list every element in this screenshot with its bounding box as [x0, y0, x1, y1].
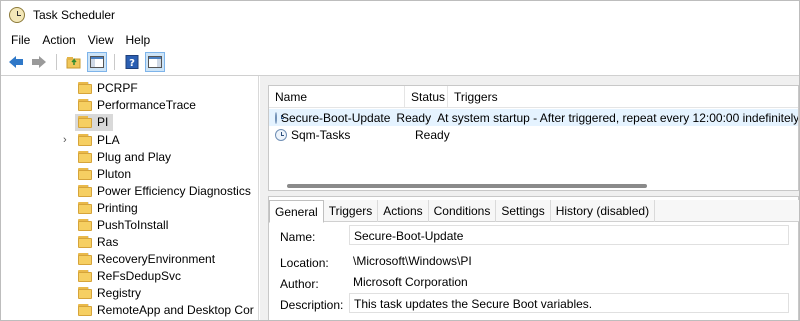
task-description-field[interactable]: This task updates the Secure Boot variab…: [349, 293, 789, 313]
main-content: PCRPF PerformanceTrace PI › PLA Plug and…: [1, 75, 799, 320]
name-label: Name:: [280, 230, 316, 244]
tab-triggers[interactable]: Triggers: [324, 200, 379, 222]
tab-history[interactable]: History (disabled): [551, 200, 656, 222]
folder-icon: [78, 168, 92, 180]
task-pane: Name Status Triggers Secure-Boot-Update …: [266, 76, 799, 320]
tree-item-label: Power Efficiency Diagnostics: [97, 184, 251, 198]
chevron-right-icon[interactable]: ›: [63, 134, 73, 146]
task-clock-icon: [275, 111, 284, 124]
folder-icon: [78, 202, 92, 214]
back-arrow-icon[interactable]: [6, 52, 26, 72]
folder-up-icon[interactable]: [64, 52, 84, 72]
title-bar: Task Scheduler: [1, 1, 799, 28]
menu-view[interactable]: View: [82, 31, 120, 49]
folder-icon: [78, 82, 92, 94]
table-row[interactable]: Secure-Boot-Update Ready At system start…: [269, 109, 799, 126]
tree-item-label: Plug and Play: [97, 150, 172, 164]
folder-icon: [78, 253, 92, 265]
folder-icon: [78, 270, 92, 282]
menu-bar: File Action View Help: [1, 30, 799, 50]
tree-item[interactable]: PCRPF: [1, 80, 258, 97]
horizontal-scrollbar-thumb[interactable]: [287, 184, 647, 188]
column-header-name[interactable]: Name: [269, 86, 405, 108]
tree-item[interactable]: RemoteApp and Desktop Cor: [1, 302, 258, 319]
tree-item-label: Printing: [97, 201, 138, 215]
window-title: Task Scheduler: [33, 7, 116, 22]
tree-item-label: Pluton: [97, 167, 132, 181]
task-status: Ready: [396, 110, 432, 125]
show-hide-console-tree-icon[interactable]: [87, 52, 107, 72]
tree-item-label: PCRPF: [97, 81, 138, 95]
tree-item-label: ReFsDedupSvc: [97, 269, 182, 283]
author-label: Author:: [280, 277, 319, 291]
show-hide-action-pane-icon[interactable]: [145, 52, 165, 72]
task-scheduler-window: Task Scheduler File Action View Help ? P…: [0, 0, 800, 321]
tree-item[interactable]: RecoveryEnvironment: [1, 251, 258, 268]
folder-icon: [78, 116, 92, 128]
toolbar-separator: [56, 54, 57, 70]
tab-settings[interactable]: Settings: [496, 200, 551, 222]
tree-item[interactable]: Plug and Play: [1, 149, 258, 166]
tree-item-label: Ras: [97, 235, 119, 249]
location-label: Location:: [280, 256, 329, 270]
folder-icon: [78, 151, 92, 163]
menu-file[interactable]: File: [5, 31, 36, 49]
tree-item[interactable]: Registry: [1, 285, 258, 302]
menu-help[interactable]: Help: [120, 31, 157, 49]
toolbar: ?: [1, 51, 799, 73]
task-list-header: Name Status Triggers: [269, 86, 798, 108]
folder-icon: [78, 134, 92, 146]
tree-item[interactable]: PushToInstall: [1, 217, 258, 234]
tree-item-label: PLA: [97, 133, 120, 147]
tree-item-label: PerformanceTrace: [97, 98, 196, 112]
tree-item-label: PI: [97, 115, 109, 129]
tree-item[interactable]: Pluton: [1, 166, 258, 183]
task-status: Ready: [415, 127, 450, 142]
tree-item-selected[interactable]: PI: [1, 114, 258, 131]
details-tab-bar: General Triggers Actions Conditions Sett…: [269, 200, 799, 223]
tree-item[interactable]: ReFsDedupSvc: [1, 268, 258, 285]
task-details-panel: General Triggers Actions Conditions Sett…: [268, 196, 799, 320]
tree-item-label: Registry: [97, 286, 142, 300]
task-clock-icon: [275, 128, 287, 141]
help-icon[interactable]: ?: [122, 52, 142, 72]
toolbar-separator: [114, 54, 115, 70]
column-header-status[interactable]: Status: [405, 86, 448, 108]
task-list[interactable]: Name Status Triggers Secure-Boot-Update …: [268, 85, 799, 191]
folder-icon: [78, 236, 92, 248]
tree-item[interactable]: PerformanceTrace: [1, 97, 258, 114]
task-name: Sqm-Tasks: [291, 127, 351, 142]
tab-conditions[interactable]: Conditions: [429, 200, 497, 222]
folder-icon: [78, 287, 92, 299]
description-label: Description:: [280, 298, 344, 312]
table-row[interactable]: Sqm-Tasks Ready: [269, 126, 798, 143]
folder-icon: [78, 99, 92, 111]
folder-icon: [78, 304, 92, 316]
tree-item-label: RemoteApp and Desktop Cor: [97, 303, 254, 317]
tree-item[interactable]: Printing: [1, 200, 258, 217]
tree-item[interactable]: Ras: [1, 234, 258, 251]
console-tree[interactable]: PCRPF PerformanceTrace PI › PLA Plug and…: [1, 76, 259, 320]
tree-item[interactable]: Power Efficiency Diagnostics: [1, 183, 258, 200]
folder-icon: [78, 185, 92, 197]
task-name: Secure-Boot-Update: [281, 110, 391, 125]
task-triggers: At system startup - After triggered, rep…: [437, 110, 799, 125]
task-name-field[interactable]: Secure-Boot-Update: [349, 225, 789, 245]
tab-actions[interactable]: Actions: [378, 200, 429, 222]
menu-action[interactable]: Action: [36, 31, 81, 49]
task-scheduler-clock-icon: [9, 6, 25, 23]
tree-item-label: PushToInstall: [97, 218, 169, 232]
forward-arrow-icon[interactable]: [29, 52, 49, 72]
folder-icon: [78, 219, 92, 231]
svg-text:?: ?: [129, 58, 135, 69]
column-header-triggers[interactable]: Triggers: [448, 86, 798, 108]
tree-item-label: RecoveryEnvironment: [97, 252, 216, 266]
tree-item[interactable]: › PLA: [1, 132, 258, 149]
task-location-value: \Microsoft\Windows\PI: [349, 251, 472, 271]
tab-general[interactable]: General: [269, 200, 324, 223]
task-author-value: Microsoft Corporation: [349, 272, 468, 292]
